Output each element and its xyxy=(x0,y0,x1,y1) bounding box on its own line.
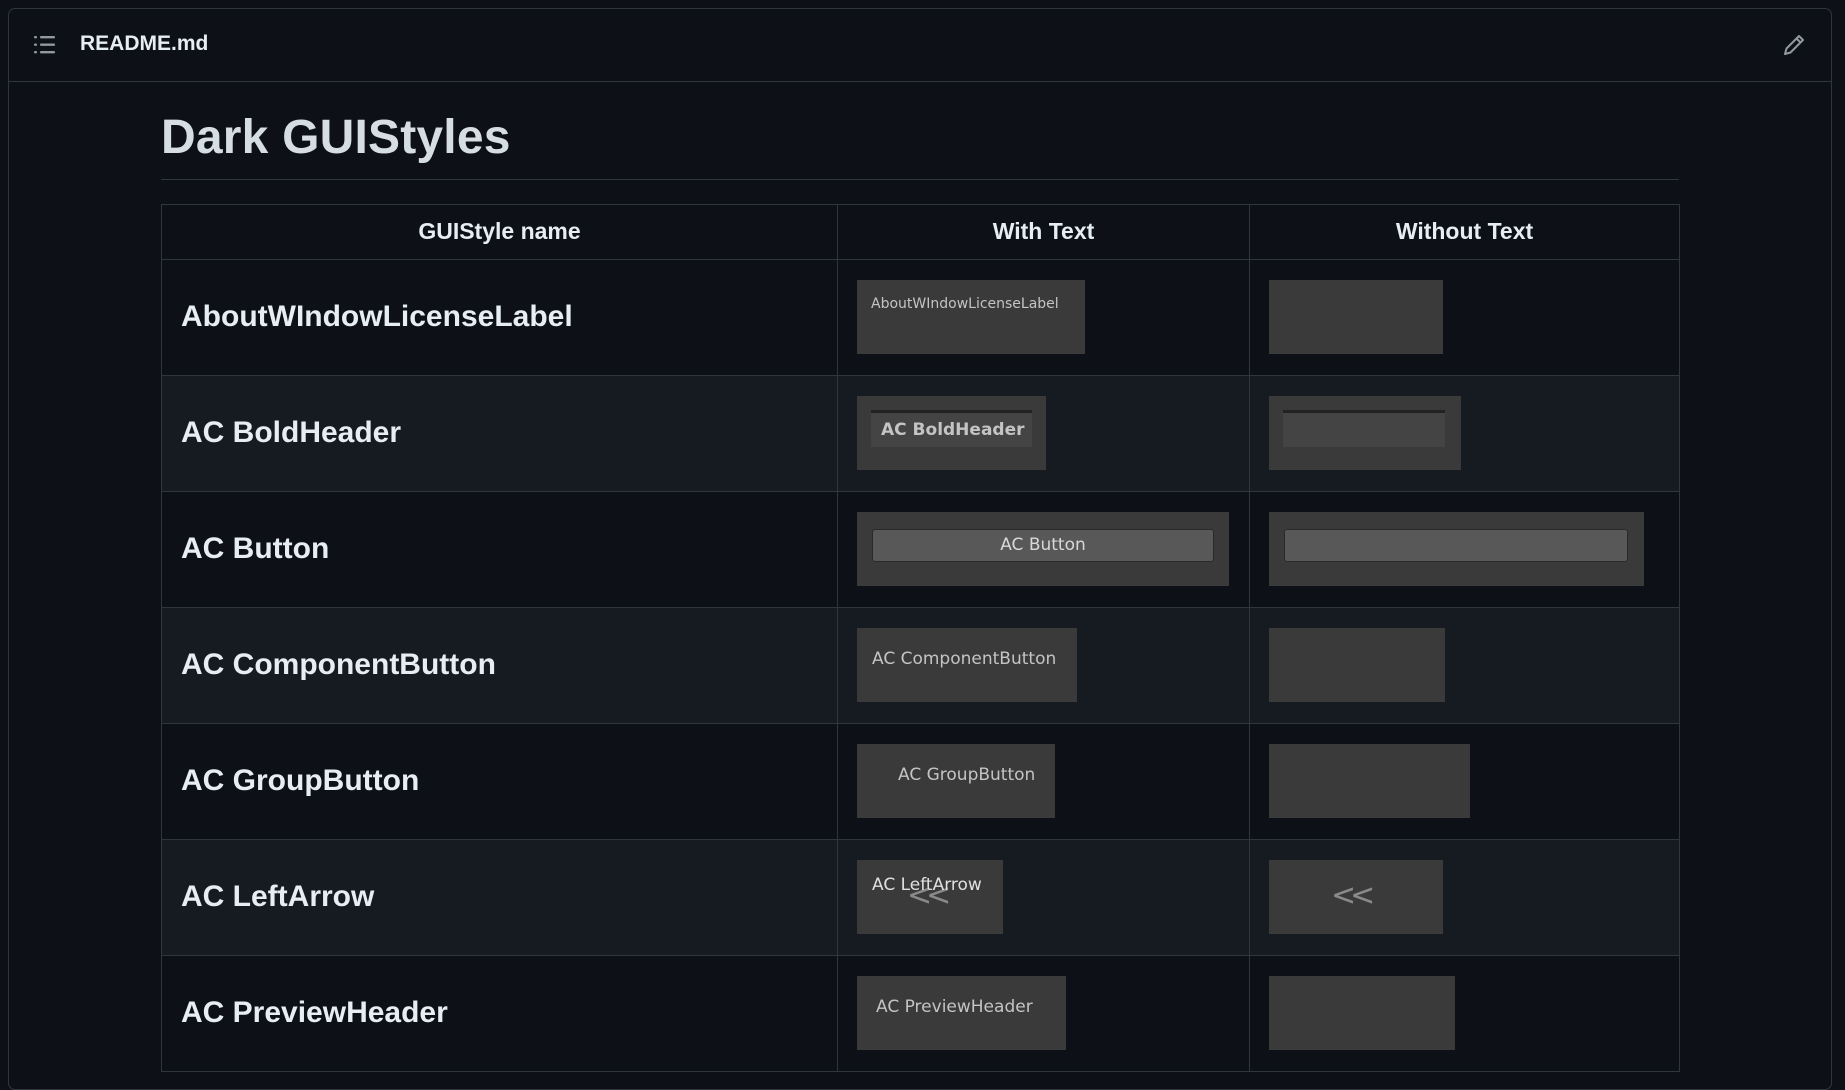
without-text-cell xyxy=(1249,606,1680,724)
style-preview-image: AC GroupButton xyxy=(857,744,1055,819)
style-preview-image: << xyxy=(1269,860,1443,935)
style-name: AC BoldHeader xyxy=(161,374,838,492)
with-text-cell: AC GroupButton xyxy=(837,722,1250,840)
style-preview-image xyxy=(1269,744,1470,819)
style-preview-image: AC ComponentButton xyxy=(857,628,1077,703)
preview-button xyxy=(1284,529,1628,563)
preview-label: AC PreviewHeader xyxy=(876,997,1033,1018)
page-title: Dark GUIStyles xyxy=(161,109,1679,180)
table-row: AC LeftArrow << AC LeftArrow << xyxy=(161,838,1680,956)
style-name: AboutWIndowLicenseLabel xyxy=(161,258,838,376)
style-preview-image xyxy=(1269,628,1445,703)
preview-label: AC GroupButton xyxy=(898,765,1036,786)
without-text-cell xyxy=(1249,490,1680,608)
with-text-cell: AC Button xyxy=(837,490,1250,608)
table-row: AC BoldHeader AC BoldHeader xyxy=(161,374,1680,492)
without-text-cell xyxy=(1249,722,1680,840)
style-name: AC Button xyxy=(161,490,838,608)
style-preview-image: << AC LeftArrow xyxy=(857,860,1003,935)
preview-label: AboutWIndowLicenseLabel xyxy=(871,296,1059,313)
style-preview-image: AC PreviewHeader xyxy=(857,976,1066,1051)
style-preview-image xyxy=(1269,976,1455,1051)
without-text-cell xyxy=(1249,954,1680,1072)
preview-label: AC Button xyxy=(1000,535,1086,556)
table-row: AC ComponentButton AC ComponentButton xyxy=(161,606,1680,724)
pencil-icon[interactable] xyxy=(1781,32,1807,58)
readme-container: README.md Dark GUIStyles GUIStyle name W… xyxy=(8,8,1832,1090)
style-preview-image xyxy=(1269,396,1461,471)
without-text-cell: << xyxy=(1249,838,1680,956)
style-preview-image: AboutWIndowLicenseLabel xyxy=(857,280,1085,355)
style-name: AC PreviewHeader xyxy=(161,954,838,1072)
preview-button: AC Button xyxy=(872,529,1214,563)
file-name: README.md xyxy=(80,32,209,55)
with-text-cell: AC BoldHeader xyxy=(837,374,1250,492)
style-name: AC GroupButton xyxy=(161,722,838,840)
with-text-cell: AboutWIndowLicenseLabel xyxy=(837,258,1250,376)
style-preview-image xyxy=(1269,512,1644,587)
preview-label: AC BoldHeader xyxy=(881,420,1025,441)
table-row: AC PreviewHeader AC PreviewHeader xyxy=(161,954,1680,1072)
preview-label: AC LeftArrow xyxy=(872,875,982,896)
column-header: With Text xyxy=(837,203,1250,260)
table-row: AC Button AC Button xyxy=(161,490,1680,608)
without-text-cell xyxy=(1249,374,1680,492)
style-name: AC LeftArrow xyxy=(161,838,838,956)
without-text-cell xyxy=(1249,258,1680,376)
style-preview-image: AC BoldHeader xyxy=(857,396,1046,471)
with-text-cell: AC ComponentButton xyxy=(837,606,1250,724)
guistyles-table: GUIStyle name With Text Without Text Abo… xyxy=(161,203,1680,1072)
with-text-cell: AC PreviewHeader xyxy=(837,954,1250,1072)
style-preview-image: AC Button xyxy=(857,512,1229,587)
left-arrow-icon: << xyxy=(1331,878,1375,914)
with-text-cell: << AC LeftArrow xyxy=(837,838,1250,956)
header-bar xyxy=(1283,410,1445,448)
list-icon[interactable] xyxy=(31,33,59,57)
markdown-body: Dark GUIStyles GUIStyle name With Text W… xyxy=(161,109,1680,1072)
table-row: AC GroupButton AC GroupButton xyxy=(161,722,1680,840)
style-name: AC ComponentButton xyxy=(161,606,838,724)
column-header: GUIStyle name xyxy=(161,203,838,260)
table-header-row: GUIStyle name With Text Without Text xyxy=(161,203,1680,260)
file-header: README.md xyxy=(9,9,1831,82)
style-preview-image xyxy=(1269,280,1443,355)
table-row: AboutWIndowLicenseLabel AboutWIndowLicen… xyxy=(161,258,1680,376)
column-header: Without Text xyxy=(1249,203,1680,260)
preview-label: AC ComponentButton xyxy=(872,649,1057,670)
